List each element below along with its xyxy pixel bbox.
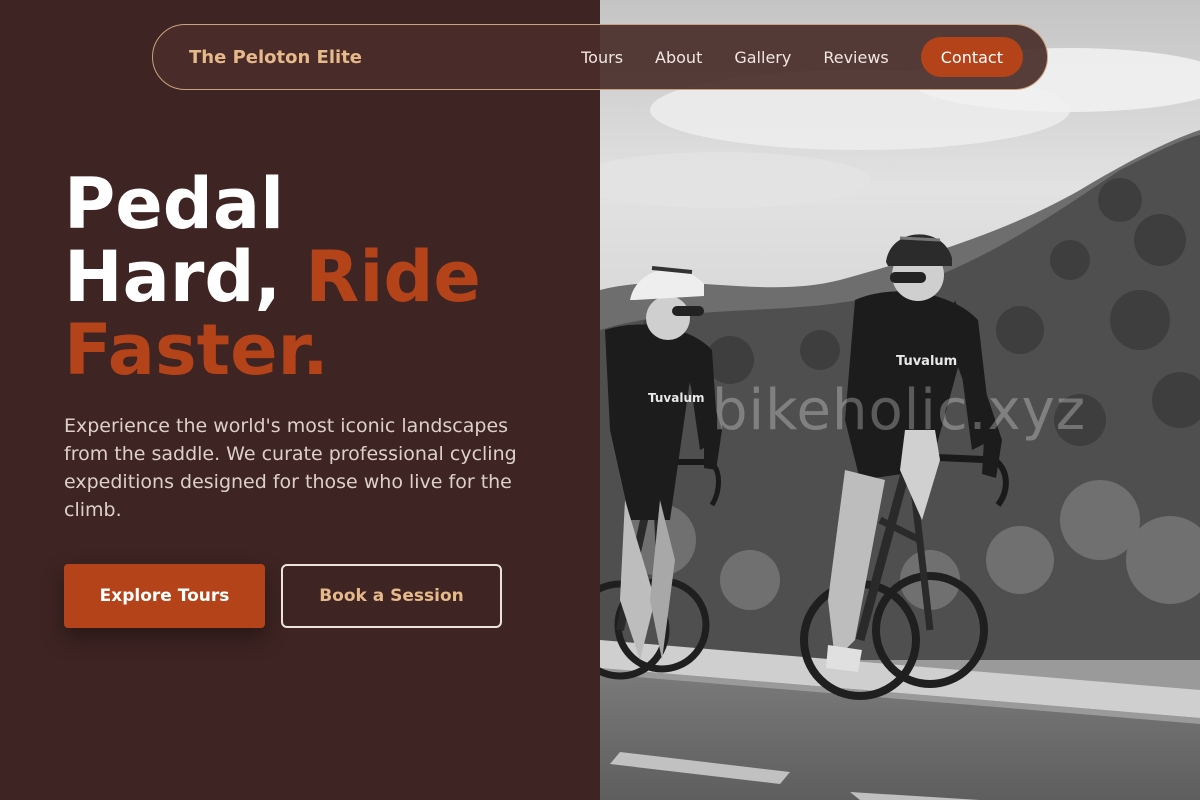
jersey-logo: Tuvalum (896, 354, 957, 369)
hero-page: Tuvalum Tuvalum bikeholic.xyz The Peloto… (0, 0, 1200, 800)
book-session-button[interactable]: Book a Session (281, 564, 502, 628)
jersey-logo: Tuvalum (648, 391, 705, 405)
nav-link-tours[interactable]: Tours (581, 48, 623, 67)
hero-subtitle: Experience the world's most iconic lands… (64, 415, 517, 521)
hero-left-panel (0, 0, 600, 800)
explore-tours-button[interactable]: Explore Tours (64, 564, 265, 628)
headline-accent-faster: Faster. (64, 309, 329, 391)
brand-logo[interactable]: The Peloton Elite (189, 47, 362, 68)
headline-line-2: Hard, (64, 236, 306, 318)
nav-link-about[interactable]: About (655, 48, 702, 67)
headline-line-1: Pedal (64, 163, 285, 245)
contact-button[interactable]: Contact (920, 37, 1023, 77)
nav-link-reviews[interactable]: Reviews (823, 48, 888, 67)
top-nav: The Peloton Elite Tours About Gallery Re… (152, 24, 1048, 90)
nav-link-gallery[interactable]: Gallery (734, 48, 791, 67)
watermark: bikeholic.xyz (712, 378, 1087, 443)
nav-links: Tours About Gallery Reviews (581, 48, 889, 67)
hero-headline: Pedal Hard, Ride Faster. (64, 168, 584, 387)
headline-accent-ride: Ride (305, 236, 481, 318)
